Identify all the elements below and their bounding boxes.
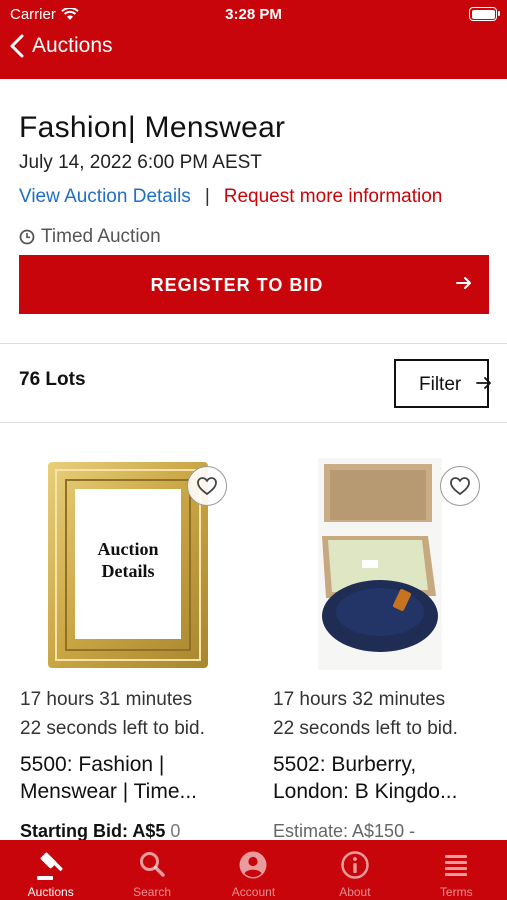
time-left: 17 hours 32 minutes 22 seconds left to b…	[273, 689, 458, 739]
estimate: Estimate: A$150 -	[273, 821, 416, 840]
tab-label: Auctions	[27, 885, 74, 899]
lot-image-frame[interactable]: Auction Details	[48, 462, 208, 668]
status-bar: Carrier 3:28 PM	[0, 0, 507, 28]
auction-date: July 14, 2022 6:00 PM AEST	[19, 152, 262, 173]
starting-bid: Starting Bid: A$5 0	[20, 821, 181, 840]
heart-icon	[450, 477, 470, 496]
tab-bar: Auctions Search Account About Terms	[0, 840, 507, 900]
hat-box-image	[318, 458, 442, 670]
clock: 3:28 PM	[225, 6, 282, 23]
arrow-right-icon	[476, 377, 491, 389]
lot-title[interactable]: 5500: Fashion | Menswear | Time...	[20, 751, 197, 805]
clock-icon	[19, 229, 35, 245]
arrow-right-icon	[456, 277, 471, 289]
lot-card[interactable]: Auction Details 17 hours 31 minutes 22 s…	[0, 454, 230, 840]
lot-card[interactable]: 17 hours 32 minutes 22 seconds left to b…	[253, 454, 483, 840]
divider	[0, 343, 507, 344]
tab-label: Account	[231, 885, 276, 899]
tab-account[interactable]: Account	[203, 840, 304, 900]
terms-icon	[445, 855, 468, 876]
favorite-button[interactable]	[440, 466, 480, 506]
view-auction-details-link[interactable]: View Auction Details	[19, 186, 191, 208]
gavel-icon	[36, 852, 63, 880]
auction-content[interactable]: Fashion| Menswear July 14, 2022 6:00 PM …	[0, 79, 507, 840]
account-icon	[239, 851, 267, 879]
back-label: Auctions	[32, 34, 113, 57]
filter-label: Filter	[419, 374, 462, 395]
image-caption: Auction Details	[97, 539, 159, 581]
auction-title: Fashion| Menswear	[19, 111, 286, 144]
search-icon	[140, 852, 165, 877]
tab-label: Search	[133, 885, 172, 899]
register-to-bid-button[interactable]: REGISTER TO BID	[19, 255, 489, 314]
heart-icon	[197, 477, 217, 496]
filter-button[interactable]: Filter	[394, 359, 491, 408]
battery-icon	[469, 7, 500, 21]
tab-label: Terms	[439, 885, 473, 899]
back-button[interactable]: Auctions	[10, 34, 113, 58]
tab-terms[interactable]: Terms	[406, 840, 507, 900]
lot-image-burberry-hat[interactable]	[318, 458, 442, 670]
info-icon	[341, 851, 369, 879]
lots-count: 76 Lots	[19, 369, 86, 390]
time-left: 17 hours 31 minutes 22 seconds left to b…	[20, 689, 205, 739]
lot-title[interactable]: 5502: Burberry, London: B Kingdo...	[273, 751, 457, 805]
link-separator: |	[204, 186, 210, 207]
auction-type-label: Timed Auction	[41, 226, 161, 247]
tab-about[interactable]: About	[304, 840, 405, 900]
app-header: Carrier 3:28 PM Auctions	[0, 0, 507, 79]
favorite-button[interactable]	[187, 466, 227, 506]
chevron-left-icon	[10, 34, 24, 58]
register-label: REGISTER TO BID	[150, 275, 324, 295]
request-info-link[interactable]: Request more information	[224, 186, 443, 208]
auction-links: View Auction Details | Request more info…	[19, 186, 442, 208]
tab-search[interactable]: Search	[101, 840, 202, 900]
tab-auctions[interactable]: Auctions	[0, 840, 101, 900]
divider	[0, 422, 507, 423]
auction-type: Timed Auction	[19, 226, 161, 248]
tab-label: About	[339, 885, 371, 899]
